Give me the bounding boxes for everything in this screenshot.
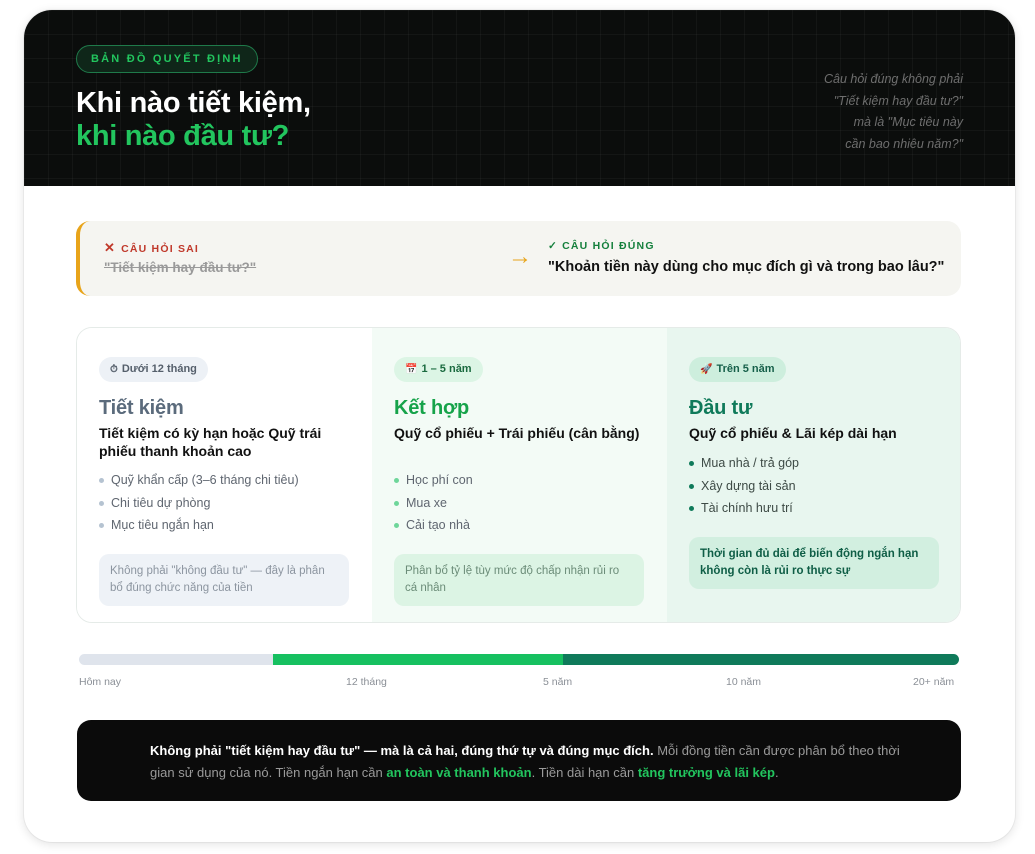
- page-title-line1: Khi nào tiết kiệm,: [76, 87, 311, 119]
- right-question-text: "Khoản tiền này dùng cho mục đích gì và …: [548, 259, 945, 275]
- hero-quote-line: cần bao nhiêu năm?": [845, 136, 963, 151]
- list-item: Quỹ khẩn cấp (3–6 tháng chi tiêu): [99, 469, 299, 492]
- column-note: Phân bổ tỷ lệ tùy mức độ chấp nhận rủi r…: [394, 554, 644, 606]
- column-title: Đầu tư: [689, 397, 753, 419]
- summary-lead: Không phải "tiết kiệm hay đầu tư" — mà l…: [150, 743, 654, 758]
- summary-banner: Không phải "tiết kiệm hay đầu tư" — mà l…: [77, 720, 961, 801]
- list-item: Học phí con: [394, 469, 473, 492]
- calendar-icon: 📅: [405, 364, 418, 375]
- timeline-label: 10 năm: [726, 676, 762, 688]
- column-note: Thời gian đủ dài để biến động ngắn hạn k…: [689, 537, 939, 589]
- rocket-icon: 🚀: [700, 364, 713, 375]
- list-item: Mua xe: [394, 492, 473, 515]
- timeline-label: 12 tháng: [346, 676, 387, 688]
- timeline-label: Hôm nay: [79, 676, 122, 688]
- column-title: Tiết kiệm: [99, 397, 184, 419]
- timeline-label: 20+ năm: [913, 676, 955, 688]
- horizon-pill-label: 1 – 5 năm: [421, 363, 472, 375]
- horizon-columns: ⏱ Dưới 12 tháng Tiết kiệm Tiết kiệm có kỳ…: [76, 327, 961, 623]
- column-subtitle: Tiết kiệm có kỳ hạn hoặc Quỹ trái phiếu …: [99, 425, 322, 459]
- decision-map-card: BẢN ĐỒ QUYẾT ĐỊNH Khi nào tiết kiệm, khi…: [24, 10, 1015, 842]
- list-item: Mua nhà / trả góp: [689, 452, 799, 475]
- hero-quote-line: mà là "Mục tiêu này: [853, 115, 963, 129]
- column-note: Không phải "không đầu tư" — đây là phân …: [99, 554, 349, 606]
- timeline-label: 5 năm: [543, 676, 573, 688]
- wrong-question-label: ✕ CÂU HỎI SAI: [104, 240, 199, 256]
- column-investing: 🚀 Trên 5 năm Đầu tư Quỹ cổ phiếu & Lãi ké…: [667, 328, 960, 622]
- summary-highlight: tăng trưởng và lãi kép: [637, 764, 775, 780]
- horizon-pill: 🚀 Trên 5 năm: [689, 357, 786, 382]
- list-item: Chi tiêu dự phòng: [99, 492, 299, 515]
- question-comparison: ✕ CÂU HỎI SAI "Tiết kiệm hay đầu tư?" → ✓…: [76, 221, 961, 296]
- timeline-bar: [79, 654, 959, 665]
- right-question-label: ✓ CÂU HỎI ĐÚNG: [548, 240, 655, 252]
- column-subtitle: Quỹ cổ phiếu & Lãi kép dài hạn: [689, 425, 897, 441]
- column-list: Quỹ khẩn cấp (3–6 tháng chi tiêu) Chi ti…: [99, 469, 299, 537]
- hero-header: BẢN ĐỒ QUYẾT ĐỊNH Khi nào tiết kiệm, khi…: [24, 10, 1015, 186]
- timeline-segment-long: [563, 654, 959, 665]
- timer-icon: ⏱: [110, 364, 118, 375]
- timeline-segment-mid: [273, 654, 563, 665]
- horizon-pill-label: Dưới 12 tháng: [121, 363, 197, 375]
- list-item: Mục tiêu ngắn hạn: [99, 514, 299, 537]
- column-title: Kết hợp: [394, 397, 470, 419]
- summary-text: .: [774, 764, 779, 780]
- section-badge: BẢN ĐỒ QUYẾT ĐỊNH: [76, 45, 258, 73]
- horizon-pill-label: Trên 5 năm: [716, 363, 775, 375]
- list-item: Tài chính hưu trí: [689, 497, 799, 520]
- wrong-question-label-text: CÂU HỎI SAI: [121, 243, 200, 255]
- cross-icon: ✕: [104, 240, 117, 255]
- summary-highlight: an toàn và thanh khoản: [386, 764, 532, 780]
- list-item: Xây dựng tài sản: [689, 475, 799, 498]
- column-subtitle: Quỹ cổ phiếu + Trái phiếu (cân bằng): [394, 425, 640, 441]
- page-title-line2: khi nào đầu tư?: [76, 120, 290, 152]
- list-item: Cải tạo nhà: [394, 514, 473, 537]
- horizon-pill: 📅 1 – 5 năm: [394, 357, 483, 382]
- timeline-segment-short: [79, 654, 273, 665]
- column-mixed: 📅 1 – 5 năm Kết hợp Quỹ cổ phiếu + Trái p…: [372, 328, 667, 622]
- hero-quote-line: Câu hỏi đúng không phải: [823, 72, 963, 86]
- column-list: Học phí con Mua xe Cải tạo nhà: [394, 469, 473, 537]
- column-list: Mua nhà / trả góp Xây dựng tài sản Tài c…: [689, 452, 799, 520]
- arrow-right-icon: →: [508, 243, 532, 270]
- hero-quote: Câu hỏi đúng không phải "Tiết kiệm hay đ…: [703, 69, 963, 155]
- wrong-question-text: "Tiết kiệm hay đầu tư?": [104, 260, 257, 275]
- horizon-pill: ⏱ Dưới 12 tháng: [99, 357, 208, 382]
- hero-quote-line: "Tiết kiệm hay đầu tư?": [833, 93, 963, 108]
- column-savings: ⏱ Dưới 12 tháng Tiết kiệm Tiết kiệm có kỳ…: [77, 328, 372, 622]
- summary-text: . Tiền dài hạn cần: [531, 764, 638, 780]
